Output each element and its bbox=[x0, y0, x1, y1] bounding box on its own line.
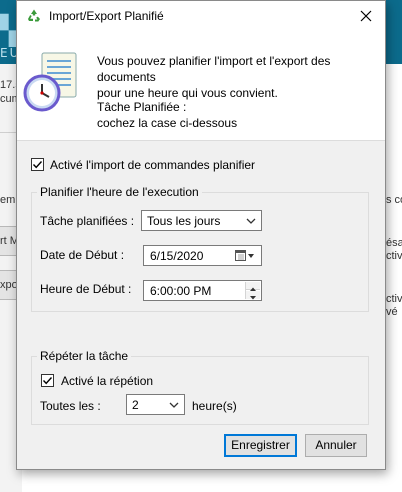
tasks-frequency-select[interactable]: Tous les jours bbox=[141, 210, 262, 231]
background-right-text: vé bbox=[386, 306, 398, 318]
background-right-text: s co bbox=[386, 194, 402, 206]
title-bar[interactable]: Import/Export Planifié bbox=[17, 1, 385, 31]
tasks-frequency-value: Tous les jours bbox=[147, 214, 221, 228]
start-time-label: Heure de Début : bbox=[40, 282, 132, 296]
arrow-down-icon bbox=[250, 296, 256, 300]
start-date-label: Date de Début : bbox=[40, 248, 125, 262]
calendar-dropdown-icon[interactable] bbox=[235, 250, 255, 262]
close-icon bbox=[360, 10, 372, 22]
save-button[interactable]: Enregistrer bbox=[224, 434, 297, 457]
background-left-label: em bbox=[0, 194, 16, 206]
start-time-value: 6:00:00 PM bbox=[150, 284, 212, 298]
close-button[interactable] bbox=[347, 1, 385, 31]
chevron-down-icon bbox=[246, 218, 256, 224]
background-right-panel bbox=[386, 64, 402, 492]
start-date-value: 6/15/2020 bbox=[150, 249, 204, 263]
description-area: Vous pouvez planifier l'import et l'expo… bbox=[17, 31, 385, 141]
time-spinner[interactable] bbox=[245, 282, 260, 300]
tasks-label: Tâche planifiées : bbox=[40, 214, 135, 228]
dialog-title: Import/Export Planifié bbox=[49, 9, 164, 23]
enable-repeat-checkbox[interactable] bbox=[41, 374, 54, 387]
chevron-down-icon bbox=[169, 402, 179, 408]
schedule-group-title: Planifier l'heure de l'execution bbox=[37, 185, 202, 199]
description-text: Vous pouvez planifier l'import et l'expo… bbox=[97, 54, 331, 100]
repeat-group bbox=[31, 356, 369, 425]
repeat-interval-select[interactable]: 2 bbox=[126, 394, 185, 415]
start-time-picker[interactable]: 6:00:00 PM bbox=[143, 280, 262, 301]
every-label: Toutes les : bbox=[40, 399, 101, 413]
background-right-text: ésac bbox=[386, 237, 402, 249]
background-right-text: ctiv bbox=[386, 293, 402, 305]
task-info: Tâche Planifiée : cochez la case ci-dess… bbox=[97, 100, 238, 130]
checkmark-icon bbox=[42, 377, 53, 385]
checkmark-icon bbox=[32, 161, 43, 169]
repeat-interval-value: 2 bbox=[132, 398, 139, 412]
enable-import-label[interactable]: Activé l'import de commandes planifier bbox=[50, 158, 255, 172]
background-right-text: ctiv bbox=[386, 250, 402, 262]
unit-label: heure(s) bbox=[192, 399, 237, 413]
import-export-dialog: Import/Export Planifié Vous pouvez plani… bbox=[16, 0, 386, 470]
start-date-picker[interactable]: 6/15/2020 bbox=[143, 245, 262, 266]
repeat-group-title: Répéter la tâche bbox=[37, 349, 132, 363]
cancel-button[interactable]: Annuler bbox=[305, 434, 367, 457]
spin-down-button[interactable] bbox=[246, 291, 260, 300]
spin-up-button[interactable] bbox=[246, 282, 260, 291]
scheduled-clock-icon bbox=[23, 52, 77, 112]
enable-repeat-label[interactable]: Activé la répétion bbox=[61, 374, 153, 388]
recycle-icon bbox=[28, 9, 40, 22]
enable-import-checkbox[interactable] bbox=[31, 158, 44, 171]
